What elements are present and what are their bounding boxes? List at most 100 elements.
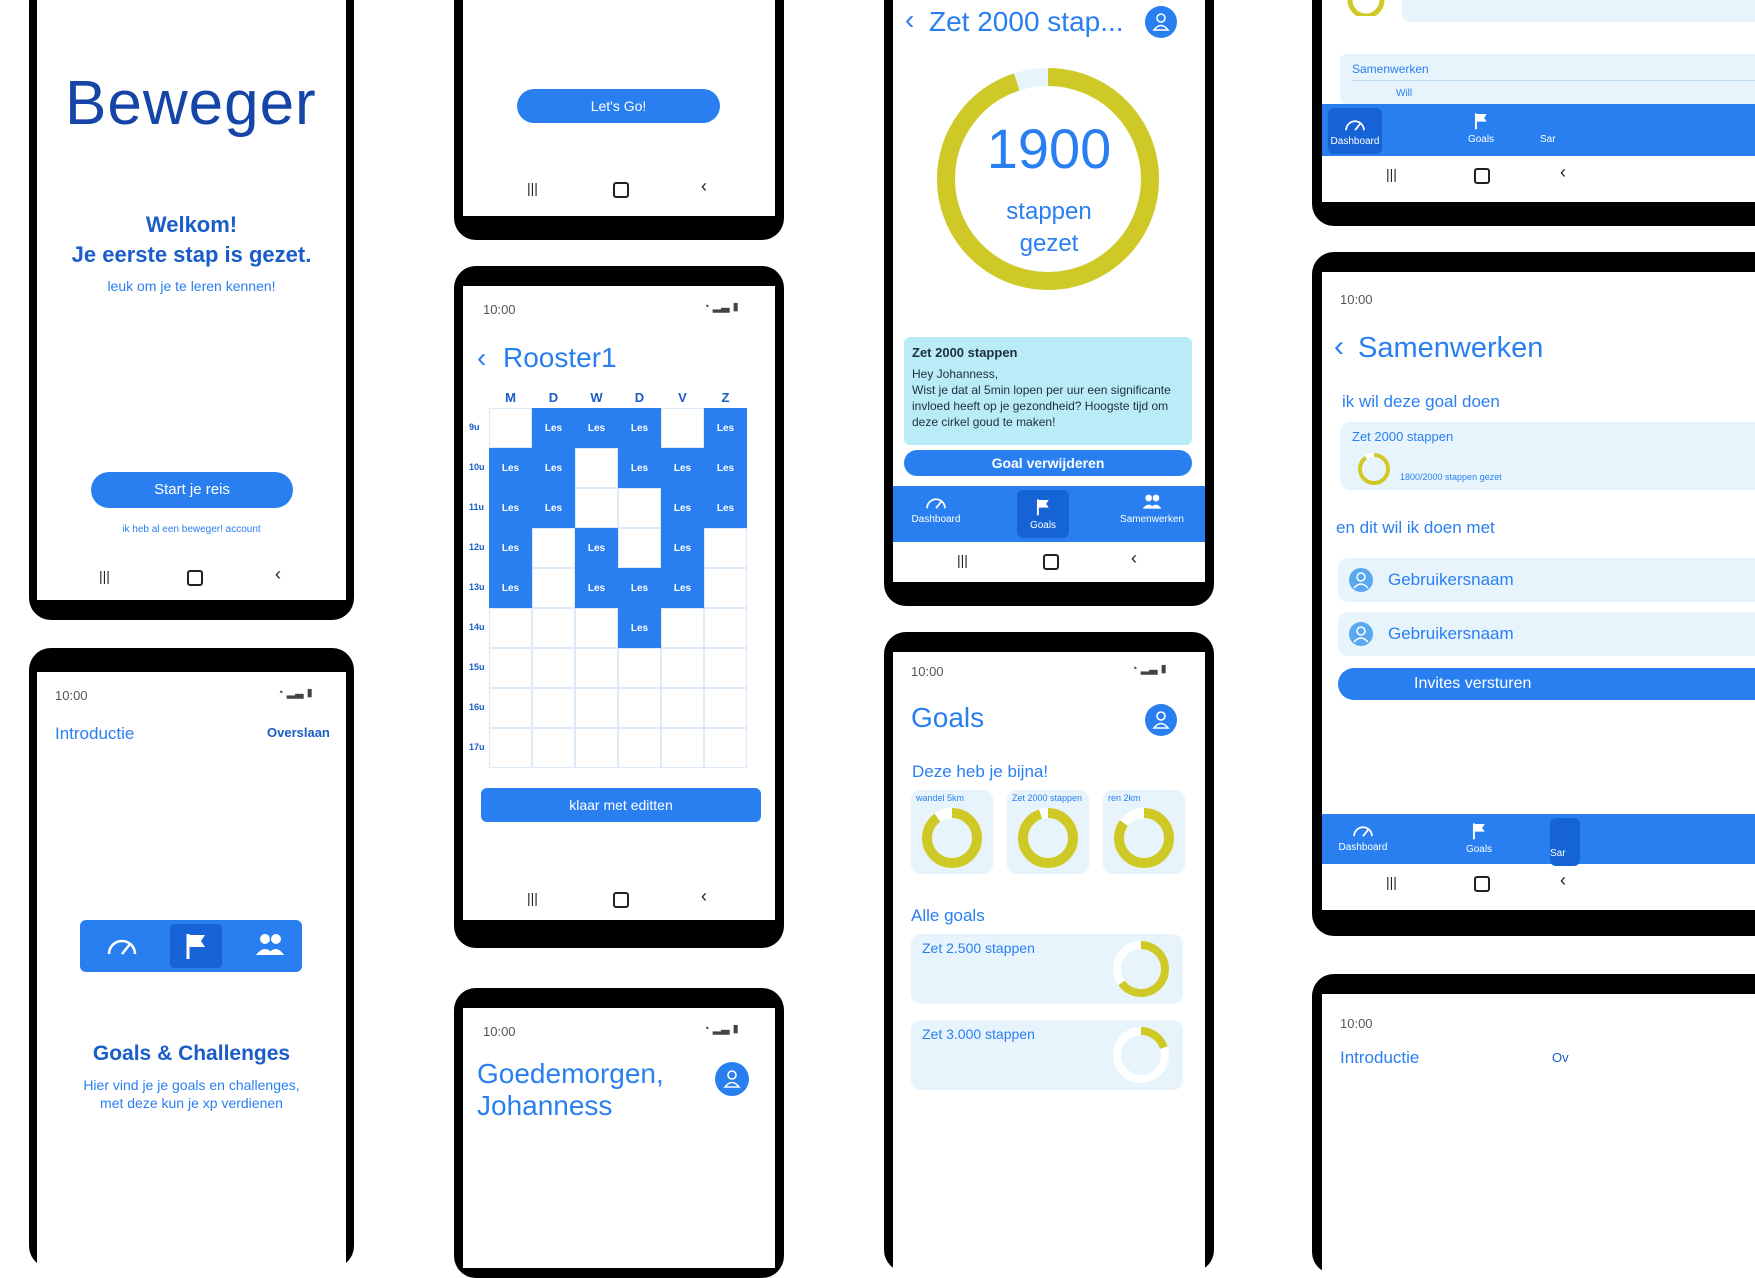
tab-goals[interactable]: Goals <box>1444 814 1514 870</box>
schedule-cell[interactable] <box>532 648 575 688</box>
schedule-cell[interactable]: Les <box>618 448 661 488</box>
tab-samenwerken[interactable]: Samenwerken <box>1117 486 1187 542</box>
schedule-cell[interactable]: Les <box>618 568 661 608</box>
schedule-cell[interactable] <box>661 728 704 768</box>
tab-samenwerken[interactable]: Sar <box>1540 104 1570 160</box>
home-icon[interactable] <box>613 182 629 198</box>
schedule-cell[interactable]: Les <box>704 448 747 488</box>
delete-goal-button[interactable]: Goal verwijderen <box>904 450 1192 476</box>
home-icon[interactable] <box>613 892 629 908</box>
tab-samenwerken[interactable]: Sar <box>1550 818 1580 866</box>
schedule-cell[interactable] <box>532 568 575 608</box>
schedule-cell[interactable]: Les <box>575 528 618 568</box>
schedule-cell[interactable]: Les <box>489 528 532 568</box>
schedule-cell[interactable]: Les <box>661 488 704 528</box>
schedule-cell[interactable] <box>575 728 618 768</box>
schedule-cell[interactable]: Les <box>532 448 575 488</box>
home-icon[interactable] <box>1474 168 1490 184</box>
schedule-cell[interactable] <box>575 488 618 528</box>
profile-avatar[interactable] <box>1145 704 1177 736</box>
schedule-cell[interactable] <box>618 728 661 768</box>
schedule-cell[interactable]: Les <box>661 528 704 568</box>
schedule-cell[interactable]: Les <box>532 408 575 448</box>
user-row[interactable]: Gebruikersnaam <box>1338 558 1755 602</box>
done-editing-button[interactable]: klaar met editten <box>481 788 761 822</box>
schedule-cell[interactable] <box>575 688 618 728</box>
schedule-cell[interactable]: Les <box>532 488 575 528</box>
schedule-cell[interactable] <box>532 608 575 648</box>
schedule-cell[interactable] <box>489 728 532 768</box>
schedule-cell[interactable]: Les <box>618 408 661 448</box>
schedule-cell[interactable] <box>661 608 704 648</box>
start-journey-button[interactable]: Start je reis <box>91 472 293 508</box>
goal-list-item[interactable]: Zet 3.000 stappen <box>911 1020 1183 1090</box>
schedule-cell[interactable]: Les <box>489 568 532 608</box>
schedule-cell[interactable] <box>489 688 532 728</box>
schedule-cell[interactable] <box>704 648 747 688</box>
schedule-cell[interactable] <box>618 648 661 688</box>
schedule-cell[interactable] <box>704 528 747 568</box>
schedule-cell[interactable]: Les <box>704 408 747 448</box>
goal-list-item[interactable]: Zet 2.500 stappen <box>911 934 1183 1004</box>
tab-goals[interactable]: Goals <box>1446 104 1516 160</box>
selected-goal-card[interactable]: Zet 2000 stappen 1800/2000 stappen gezet <box>1340 422 1755 490</box>
profile-avatar[interactable] <box>715 1062 749 1096</box>
back-icon[interactable]: ‹ <box>1560 870 1566 891</box>
schedule-cell[interactable]: Les <box>661 568 704 608</box>
existing-account-link[interactable]: ik heb al een beweger! account <box>37 524 346 535</box>
back-icon[interactable]: ‹ <box>275 564 281 585</box>
tab-dashboard[interactable]: Dashboard <box>901 486 971 542</box>
back-icon[interactable]: ‹ <box>1560 162 1566 183</box>
back-icon[interactable]: ‹ <box>701 886 707 907</box>
schedule-cell[interactable]: Les <box>575 568 618 608</box>
recent-apps-icon[interactable]: ||| <box>1386 874 1397 890</box>
schedule-cell[interactable]: Les <box>704 488 747 528</box>
send-invites-button[interactable]: Invites versturen <box>1338 668 1755 700</box>
schedule-cell[interactable]: Les <box>489 448 532 488</box>
back-icon[interactable]: ‹ <box>1131 548 1137 569</box>
home-icon[interactable] <box>1043 554 1059 570</box>
skip-link[interactable]: Ov <box>1552 1050 1569 1065</box>
user-row[interactable]: Gebruikersnaam <box>1338 612 1755 656</box>
home-icon[interactable] <box>187 570 203 586</box>
almost-goal-card[interactable]: ren 2km <box>1103 790 1185 874</box>
schedule-cell[interactable] <box>532 728 575 768</box>
recent-apps-icon[interactable]: ||| <box>99 568 110 584</box>
schedule-cell[interactable] <box>532 688 575 728</box>
schedule-cell[interactable]: Les <box>661 448 704 488</box>
tab-dashboard[interactable]: Dashboard <box>1328 108 1382 154</box>
almost-goal-card[interactable]: wandel 5km <box>911 790 993 874</box>
almost-goal-card[interactable]: Zet 2000 stappen <box>1007 790 1089 874</box>
schedule-cell[interactable] <box>618 488 661 528</box>
schedule-cell[interactable] <box>575 648 618 688</box>
schedule-cell[interactable] <box>618 528 661 568</box>
schedule-cell[interactable] <box>489 648 532 688</box>
schedule-cell[interactable] <box>618 688 661 728</box>
back-chevron-icon[interactable]: ‹ <box>477 342 486 374</box>
schedule-cell[interactable] <box>489 608 532 648</box>
schedule-cell[interactable] <box>575 608 618 648</box>
schedule-cell[interactable] <box>704 728 747 768</box>
back-chevron-icon[interactable]: ‹ <box>905 4 914 36</box>
schedule-cell[interactable]: Les <box>575 408 618 448</box>
schedule-cell[interactable] <box>704 688 747 728</box>
schedule-cell[interactable] <box>704 568 747 608</box>
recent-apps-icon[interactable]: ||| <box>957 552 968 568</box>
tab-dashboard[interactable]: Dashboard <box>1328 814 1398 870</box>
tab-goals[interactable]: Goals <box>1017 490 1069 538</box>
schedule-cell[interactable] <box>661 408 704 448</box>
home-icon[interactable] <box>1474 876 1490 892</box>
schedule-cell[interactable] <box>704 608 747 648</box>
schedule-cell[interactable] <box>575 448 618 488</box>
schedule-cell[interactable] <box>661 648 704 688</box>
recent-apps-icon[interactable]: ||| <box>527 890 538 906</box>
schedule-cell[interactable] <box>489 408 532 448</box>
back-chevron-icon[interactable]: ‹ <box>1334 330 1344 364</box>
recent-apps-icon[interactable]: ||| <box>1386 166 1397 182</box>
lets-go-button[interactable]: Let's Go! <box>517 89 720 123</box>
schedule-cell[interactable] <box>532 528 575 568</box>
schedule-cell[interactable] <box>661 688 704 728</box>
back-icon[interactable]: ‹ <box>701 176 707 197</box>
schedule-cell[interactable]: Les <box>489 488 532 528</box>
recent-apps-icon[interactable]: ||| <box>527 180 538 196</box>
